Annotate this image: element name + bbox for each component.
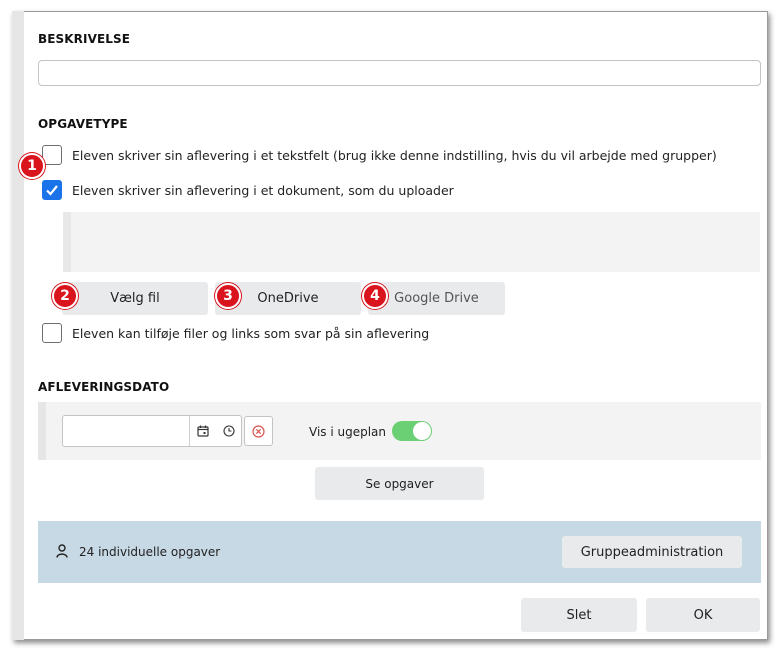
- due-date-heading: AFLEVERINGSDATO: [38, 380, 170, 394]
- calendar-icon: [197, 425, 209, 437]
- calendar-button[interactable]: [190, 416, 216, 446]
- badge-3: 3: [215, 283, 241, 309]
- individual-tasks-count: 24 individuelle opgaver: [79, 545, 221, 559]
- date-picker: [62, 415, 242, 447]
- date-input[interactable]: [63, 416, 189, 446]
- badge-4: 4: [362, 283, 388, 309]
- uploaded-document-area: [63, 212, 760, 272]
- weekplan-label: Vis i ugeplan: [309, 425, 387, 439]
- toggle-knob: [413, 422, 431, 440]
- time-button[interactable]: [216, 416, 242, 446]
- add-files-option-label: Eleven kan tilføje filer og links som sv…: [72, 326, 430, 341]
- task-type-heading: OPGAVETYPE: [38, 117, 128, 131]
- group-info-bar: 24 individuelle opgaver Gruppeadministra…: [38, 521, 761, 583]
- clock-icon: [223, 425, 235, 437]
- add-files-option-checkbox[interactable]: [42, 323, 62, 343]
- clear-date-button[interactable]: [244, 416, 273, 446]
- badge-2: 2: [52, 283, 78, 309]
- choose-file-button[interactable]: Vælg fil: [62, 282, 208, 315]
- check-icon: [46, 185, 58, 196]
- see-tasks-button[interactable]: Se opgaver: [315, 467, 484, 500]
- description-input[interactable]: [38, 60, 761, 86]
- ok-button[interactable]: OK: [646, 598, 760, 632]
- badge-1: 1: [19, 153, 45, 179]
- document-option-checkbox[interactable]: [42, 180, 62, 200]
- dialog-left-border: [12, 11, 24, 640]
- google-drive-button[interactable]: Google Drive: [368, 282, 505, 315]
- document-option-label: Eleven skriver sin aflevering i et dokum…: [72, 183, 454, 198]
- clear-icon: [252, 424, 265, 438]
- text-field-option-label: Eleven skriver sin aflevering i et tekst…: [72, 148, 717, 163]
- text-field-option-checkbox[interactable]: [42, 145, 62, 165]
- delete-button[interactable]: Slet: [521, 598, 637, 632]
- weekplan-toggle[interactable]: [392, 421, 432, 441]
- group-admin-button[interactable]: Gruppeadministration: [562, 536, 742, 568]
- description-heading: BESKRIVELSE: [38, 32, 131, 46]
- user-icon: [56, 544, 68, 558]
